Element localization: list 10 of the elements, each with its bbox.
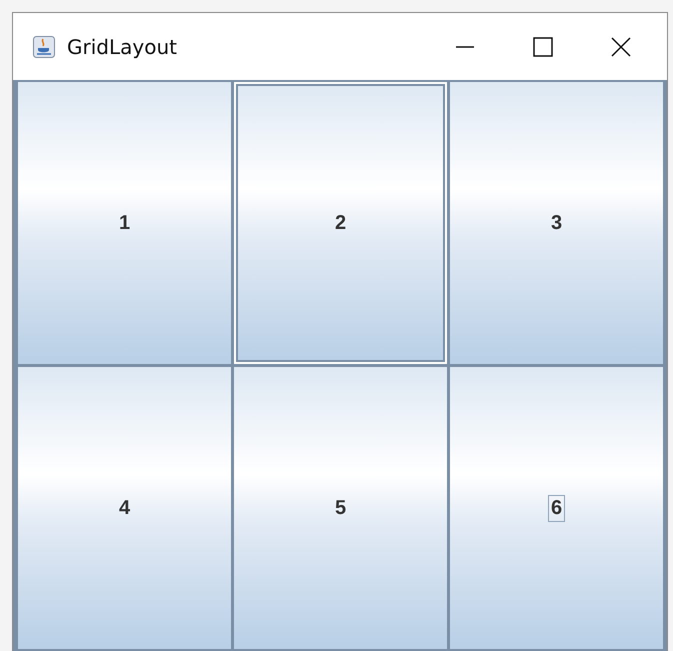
grid-button[interactable]: 6	[448, 365, 665, 651]
close-icon[interactable]	[611, 36, 631, 56]
grid-button[interactable]: 4	[16, 365, 233, 651]
maximize-icon[interactable]	[533, 36, 553, 56]
grid-button[interactable]: 5	[232, 365, 449, 651]
coffee-cup-icon	[33, 36, 55, 58]
grid-button[interactable]: 2	[232, 80, 449, 366]
window-title: GridLayout	[67, 34, 177, 58]
grid-button[interactable]: 1	[16, 80, 233, 366]
grid-button[interactable]: 3	[448, 80, 665, 366]
